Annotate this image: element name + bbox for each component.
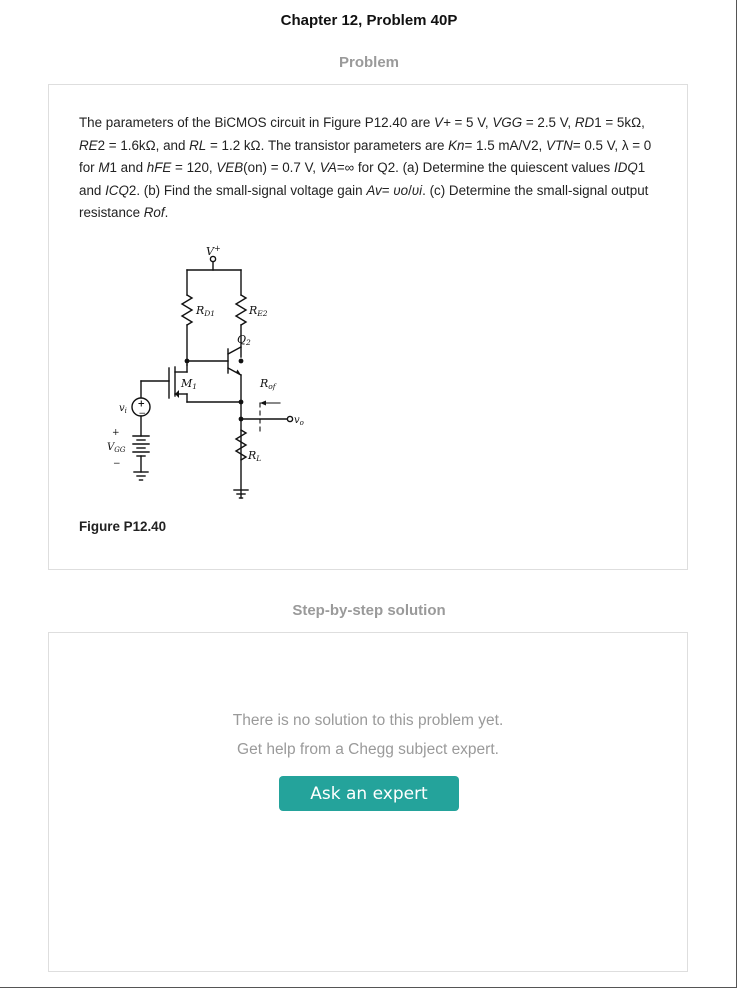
problem-panel: The parameters of the BiCMOS circuit in … (48, 84, 688, 570)
ask-expert-button[interactable]: Ask an expert (279, 776, 459, 811)
vo-label: vo (294, 415, 304, 427)
rof-label: Rof (259, 377, 277, 391)
problem-statement: The parameters of the BiCMOS circuit in … (79, 115, 652, 220)
figure-caption: Figure P12.40 (79, 519, 167, 534)
solution-heading: Step-by-step solution (292, 602, 446, 619)
solution-panel: There is no solution to this problem yet… (48, 632, 688, 972)
page-title: Chapter 12, Problem 40P (280, 12, 458, 29)
re2-label: RE2 (248, 304, 268, 318)
q2-label: Q2 (237, 333, 251, 347)
help-message: Get help from a Chegg subject expert. (237, 741, 499, 758)
rl-label: RL (247, 449, 261, 463)
vi-label: vi (119, 403, 127, 415)
vgg-plus-sign: + (112, 428, 120, 438)
m1-label: M1 (180, 377, 197, 391)
vgg-minus-sign: − (113, 459, 121, 469)
no-solution-message: There is no solution to this problem yet… (232, 712, 504, 729)
circuit-diagram: V+ RD1 RE2 Q2 M1 Rof vo vi + − RL VGG + … (107, 244, 304, 499)
vgg-label: VGG (107, 442, 126, 454)
vplus-label: V+ (206, 244, 221, 258)
rd1-label: RD1 (195, 304, 215, 318)
vi-minus-sign: − (139, 409, 147, 419)
vi-plus-sign: + (138, 400, 146, 410)
problem-heading: Problem (338, 54, 399, 71)
